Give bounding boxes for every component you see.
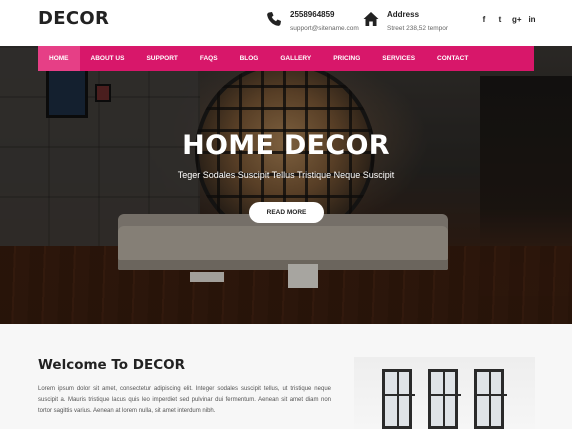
hero-overlay <box>0 46 572 324</box>
facebook-icon[interactable]: f <box>480 15 488 25</box>
site-header: DECOR 2558964859 support@sitename.com Ad… <box>0 0 572 46</box>
welcome-title: Welcome To DECOR <box>38 357 185 373</box>
site-logo[interactable]: DECOR <box>38 8 109 29</box>
welcome-section: Welcome To DECOR Lorem ipsum dolor sit a… <box>0 324 572 429</box>
hero-subtitle: Teger Sodales Suscipit Tellus Tristique … <box>177 170 395 180</box>
social-links: f t g+ in <box>480 15 536 25</box>
address-title: Address <box>387 10 420 19</box>
hero-banner: HOME DECOR Teger Sodales Suscipit Tellus… <box>0 46 572 324</box>
google-plus-icon[interactable]: g+ <box>512 15 522 25</box>
welcome-image <box>354 357 535 429</box>
address-contact: Address Street 238,52 tempor <box>363 9 448 35</box>
nav-item-contact[interactable]: CONTACT <box>426 46 479 71</box>
image-window <box>474 369 507 429</box>
image-window <box>428 369 461 429</box>
nav-item-faqs[interactable]: FAQS <box>189 46 229 71</box>
phone-contact: 2558964859 support@sitename.com <box>266 9 359 35</box>
linkedin-icon[interactable]: in <box>528 15 536 25</box>
address-street: Street 238,52 tempor <box>387 25 449 32</box>
home-icon <box>363 11 381 29</box>
image-window <box>382 369 415 429</box>
main-nav: HOME ABOUT US SUPPORT FAQS BLOG GALLERY … <box>38 46 534 71</box>
nav-item-services[interactable]: SERVICES <box>371 46 426 71</box>
nav-item-support[interactable]: SUPPORT <box>135 46 188 71</box>
nav-item-blog[interactable]: BLOG <box>229 46 270 71</box>
nav-item-pricing[interactable]: PRICING <box>322 46 371 71</box>
support-email[interactable]: support@sitename.com <box>290 23 359 35</box>
nav-item-home[interactable]: HOME <box>38 46 80 71</box>
read-more-button[interactable]: READ MORE <box>249 202 324 223</box>
twitter-icon[interactable]: t <box>496 15 504 25</box>
nav-item-gallery[interactable]: GALLERY <box>269 46 322 71</box>
nav-item-about-us[interactable]: ABOUT US <box>80 46 136 71</box>
phone-icon <box>266 11 284 29</box>
hero-title: HOME DECOR <box>182 130 390 161</box>
welcome-text: Lorem ipsum dolor sit amet, consectetur … <box>38 386 331 414</box>
phone-number[interactable]: 2558964859 <box>290 9 359 21</box>
